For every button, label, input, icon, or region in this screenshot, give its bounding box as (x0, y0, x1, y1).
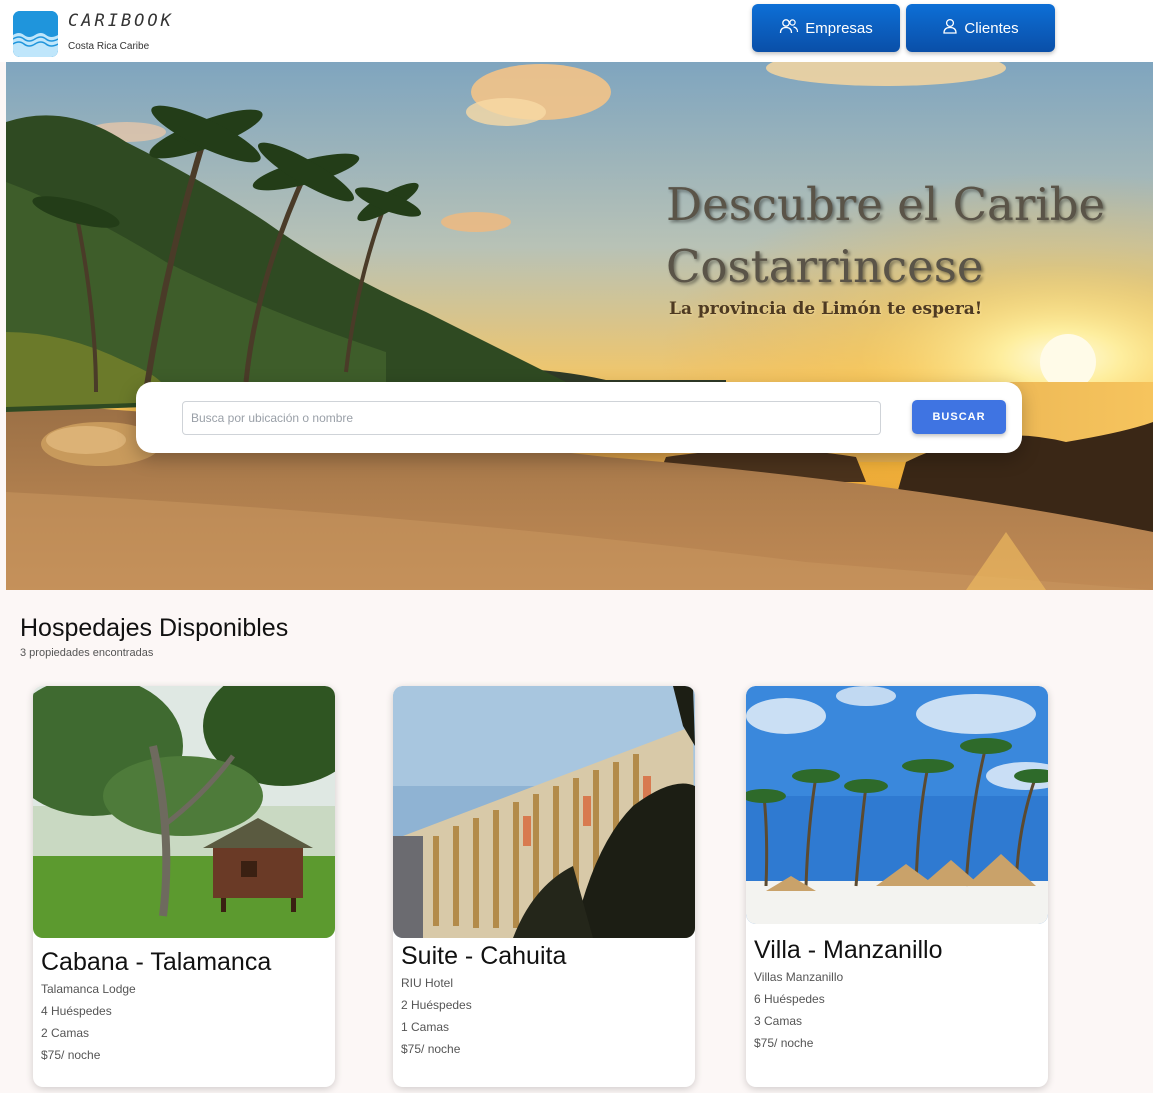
listing-provider: RIU Hotel (401, 976, 454, 990)
listing-guests: 2 Huéspedes (401, 998, 472, 1012)
caribook-logo-icon[interactable] (13, 11, 58, 57)
listing-card[interactable]: Cabana - Talamanca Talamanca Lodge 4 Hué… (33, 686, 335, 1087)
listing-provider: Talamanca Lodge (41, 982, 136, 996)
beach-sunset-image (6, 62, 1153, 590)
clientes-button[interactable]: Clientes (906, 4, 1055, 52)
listing-title: Villa - Manzanillo (754, 936, 943, 964)
brand-subtitle: Costa Rica Caribe (68, 41, 150, 52)
listing-card[interactable]: Suite - Cahuita RIU Hotel 2 Huéspedes 1 … (393, 686, 695, 1087)
listing-title: Cabana - Talamanca (41, 948, 272, 976)
brand-title: CARIBOOK (68, 11, 174, 31)
listing-beds: 2 Camas (41, 1026, 90, 1040)
listings-count: 3 propiedades encontradas (20, 647, 154, 659)
listing-card[interactable]: Villa - Manzanillo Villas Manzanillo 6 H… (746, 686, 1048, 1087)
listing-guests: 6 Huéspedes (754, 992, 825, 1006)
hero-title-line2: Costarrincese (666, 240, 984, 293)
search-button[interactable]: BUSCAR (912, 400, 1006, 434)
listing-beds: 1 Camas (401, 1020, 450, 1034)
empresas-button-label: Empresas (805, 19, 873, 37)
listing-photo[interactable] (33, 686, 335, 938)
listing-title: Suite - Cahuita (401, 942, 567, 970)
hero-banner: Descubre el Caribe Costarrincese La prov… (6, 62, 1153, 590)
hero-title: Descubre el Caribe Costarrincese (666, 174, 1105, 298)
listing-price: $75/ noche (401, 1042, 461, 1056)
search-input[interactable] (182, 401, 881, 435)
hero-subtitle: La provincia de Limón te espera! (669, 299, 983, 319)
listing-price: $75/ noche (41, 1048, 101, 1062)
empresas-button[interactable]: Empresas (752, 4, 900, 52)
listing-price: $75/ noche (754, 1036, 814, 1050)
listing-photo[interactable] (393, 686, 695, 938)
search-panel: BUSCAR (136, 382, 1022, 453)
top-header: CARIBOOK Costa Rica Caribe Empresas Clie… (0, 0, 1153, 62)
hero-title-line1: Descubre el Caribe (666, 178, 1106, 231)
clientes-button-label: Clientes (964, 19, 1019, 37)
listings-title: Hospedajes Disponibles (20, 614, 289, 642)
users-group-icon (779, 18, 799, 38)
user-icon (942, 18, 958, 38)
listing-provider: Villas Manzanillo (754, 970, 844, 984)
listing-beds: 3 Camas (754, 1014, 803, 1028)
listing-photo[interactable] (746, 686, 1048, 924)
listing-guests: 4 Huéspedes (41, 1004, 112, 1018)
